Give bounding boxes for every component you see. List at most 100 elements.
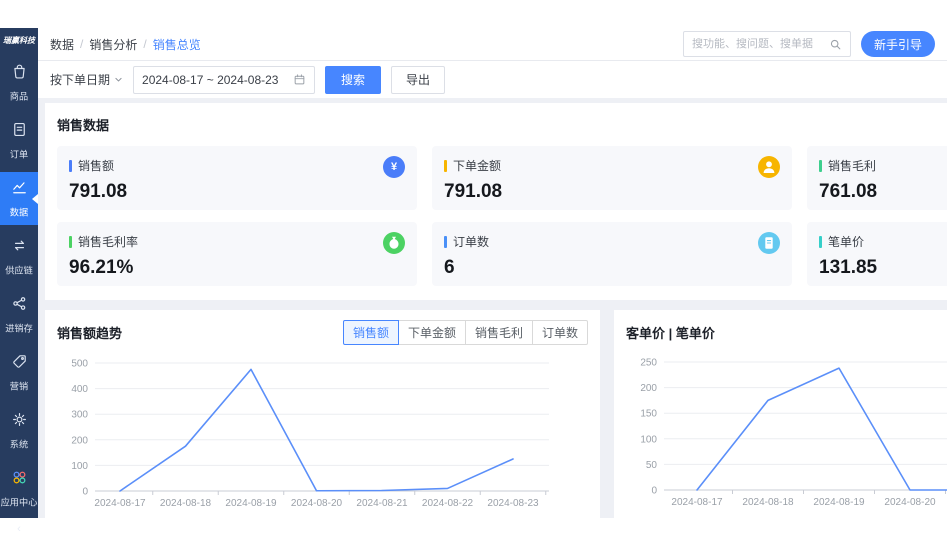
sidebar-item-data[interactable]: 数据 bbox=[0, 172, 38, 225]
breadcrumb-item-sales-overview[interactable]: 销售总览 bbox=[153, 36, 201, 53]
svg-text:100: 100 bbox=[71, 461, 88, 472]
beginner-guide-button[interactable]: 新手引导 bbox=[860, 31, 935, 57]
system-gear-icon bbox=[10, 410, 29, 434]
stat-value: 791.08 bbox=[69, 181, 128, 202]
svg-text:200: 200 bbox=[71, 435, 88, 446]
accent-bar bbox=[819, 235, 822, 248]
moneybag-icon bbox=[383, 232, 405, 254]
tab-order-count[interactable]: 订单数 bbox=[531, 320, 588, 345]
accent-bar bbox=[819, 159, 822, 172]
sidebar-item-label: 商品 bbox=[9, 92, 29, 103]
stat-card-gross-profit: 销售毛利 761.08 bbox=[807, 146, 947, 210]
order-icon bbox=[758, 232, 780, 254]
order-doc-icon bbox=[10, 120, 29, 144]
date-range-value: 2024-08-17 ~ 2024-08-23 bbox=[142, 72, 279, 87]
goods-bag-icon bbox=[10, 62, 29, 86]
sales-trend-chart-card: 销售额趋势 销售额 下单金额 销售毛利 订单数 0 100 200 300 400 500… bbox=[45, 310, 600, 518]
svg-text:0: 0 bbox=[651, 486, 657, 497]
filter-bar: 按下单日期 2024-08-17 ~ 2024-08-23 搜索 导出 bbox=[38, 61, 947, 98]
svg-text:150: 150 bbox=[640, 409, 657, 420]
avg-price-chart-card: 客单价 | 笔单价 0 50 100 150 200 250 2024-08-17 2024-… bbox=[614, 310, 947, 518]
user-icon bbox=[758, 156, 780, 178]
content: 销售数据 销售额 ¥ 791.08 下单金额 791.08 销售毛利 761.0… bbox=[38, 98, 947, 518]
stat-label: 销售毛利率 bbox=[78, 235, 139, 249]
search-button[interactable]: 搜索 bbox=[325, 65, 382, 94]
tab-sales-amount[interactable]: 销售额 bbox=[342, 320, 399, 345]
tab-order-amount[interactable]: 下单金额 bbox=[397, 320, 466, 345]
sidebar-item-label: 应用中心 bbox=[0, 498, 38, 509]
supply-chain-icon bbox=[10, 236, 29, 260]
date-type-label: 按下单日期 bbox=[50, 73, 111, 87]
svg-text:50: 50 bbox=[646, 460, 658, 471]
date-type-select[interactable]: 按下单日期 bbox=[50, 71, 123, 88]
stat-value: 761.08 bbox=[819, 181, 878, 202]
svg-text:400: 400 bbox=[71, 384, 88, 395]
svg-text:2024-08-19: 2024-08-19 bbox=[225, 498, 277, 509]
section-title: 销售数据 bbox=[57, 118, 110, 133]
accent-bar bbox=[444, 159, 447, 172]
sidebar-item-marketing[interactable]: 营销 bbox=[0, 346, 38, 399]
stat-value: 791.08 bbox=[444, 181, 503, 202]
sidebar-item-goods[interactable]: 商品 bbox=[0, 56, 38, 109]
export-button[interactable]: 导出 bbox=[391, 65, 446, 94]
sidebar-item-label: 订单 bbox=[9, 150, 29, 161]
breadcrumb-item-data[interactable]: 数据 bbox=[50, 36, 74, 53]
svg-text:200: 200 bbox=[640, 383, 657, 394]
stat-card-avg-order-value: 笔单价 ¥ 131.85 bbox=[807, 222, 947, 286]
breadcrumb: 数据 / 销售分析 / 销售总览 bbox=[50, 36, 201, 53]
breadcrumb-separator: / bbox=[143, 37, 147, 51]
chevron-down-icon bbox=[114, 75, 123, 84]
sidebar-item-label: 供应链 bbox=[5, 266, 33, 277]
svg-text:2024-08-17: 2024-08-17 bbox=[94, 498, 146, 509]
tab-gross-profit[interactable]: 销售毛利 bbox=[464, 320, 533, 345]
yen-icon: ¥ bbox=[383, 156, 405, 178]
svg-text:2024-08-17: 2024-08-17 bbox=[671, 497, 723, 508]
svg-text:250: 250 bbox=[640, 358, 657, 369]
svg-text:100: 100 bbox=[640, 434, 657, 445]
svg-text:2024-08-18: 2024-08-18 bbox=[160, 498, 212, 509]
accent-bar bbox=[69, 159, 72, 172]
stat-value: 131.85 bbox=[819, 257, 878, 278]
svg-text:2024-08-20: 2024-08-20 bbox=[884, 497, 936, 508]
search-icon[interactable] bbox=[829, 38, 842, 51]
topbar: 数据 / 销售分析 / 销售总览 新手引导 bbox=[38, 28, 947, 61]
sidebar-item-orders[interactable]: 订单 bbox=[0, 114, 38, 167]
sidebar-item-label: 进销存 bbox=[5, 324, 33, 335]
svg-text:2024-08-20: 2024-08-20 bbox=[291, 498, 343, 509]
global-search-box[interactable] bbox=[682, 31, 851, 57]
stat-label: 销售额 bbox=[78, 159, 115, 173]
brand-logo: 瑞赢科技 bbox=[3, 36, 35, 45]
stat-label: 销售毛利 bbox=[828, 159, 877, 173]
sidebar: 瑞赢科技 商品 订单 数据 供应链 进销存 营销 系统 应用中心 ‹ bbox=[0, 28, 38, 535]
stat-card-sales-amount: 销售额 ¥ 791.08 bbox=[57, 146, 417, 210]
calendar-icon bbox=[293, 73, 306, 86]
data-chart-icon bbox=[10, 178, 29, 202]
sidebar-item-system[interactable]: 系统 bbox=[0, 404, 38, 457]
stat-label: 下单金额 bbox=[453, 159, 502, 173]
sidebar-item-app-center[interactable]: 应用中心 bbox=[0, 462, 38, 515]
svg-text:500: 500 bbox=[71, 359, 88, 370]
date-range-picker[interactable]: 2024-08-17 ~ 2024-08-23 bbox=[133, 65, 316, 94]
stat-value: 6 bbox=[444, 257, 455, 278]
charts-row: 销售额趋势 销售额 下单金额 销售毛利 订单数 0 100 200 300 400 500… bbox=[45, 310, 947, 518]
stat-card-order-amount: 下单金额 791.08 bbox=[432, 146, 792, 210]
marketing-tag-icon bbox=[10, 352, 29, 376]
collapse-sidebar-icon[interactable]: ‹ bbox=[17, 524, 21, 535]
sidebar-item-label: 系统 bbox=[9, 440, 29, 451]
global-search-input[interactable] bbox=[691, 38, 829, 50]
main-area: 数据 / 销售分析 / 销售总览 新手引导 bbox=[38, 28, 947, 518]
sidebar-item-supply-chain[interactable]: 供应链 bbox=[0, 230, 38, 283]
avg-price-line-chart: 0 50 100 150 200 250 2024-08-17 2024-08-18 2024-… bbox=[640, 358, 947, 508]
breadcrumb-separator: / bbox=[80, 37, 84, 51]
svg-text:0: 0 bbox=[82, 487, 88, 498]
svg-text:2024-08-21: 2024-08-21 bbox=[356, 498, 408, 509]
stat-card-gross-margin: 销售毛利率 96.21% bbox=[57, 222, 417, 286]
chart-title: 客单价 | 笔单价 bbox=[626, 325, 715, 341]
breadcrumb-item-sales-analysis[interactable]: 销售分析 bbox=[89, 36, 137, 53]
stat-grid: 销售额 ¥ 791.08 下单金额 791.08 销售毛利 761.08 销售毛… bbox=[57, 146, 947, 286]
sidebar-item-inventory[interactable]: 进销存 bbox=[0, 288, 38, 341]
app-center-icon bbox=[10, 468, 29, 492]
accent-bar bbox=[69, 235, 72, 248]
sales-trend-line-chart: 0 100 200 300 400 500 2024-08-17 2024-08-18 2024… bbox=[71, 359, 549, 509]
stat-value: 96.21% bbox=[69, 257, 134, 278]
